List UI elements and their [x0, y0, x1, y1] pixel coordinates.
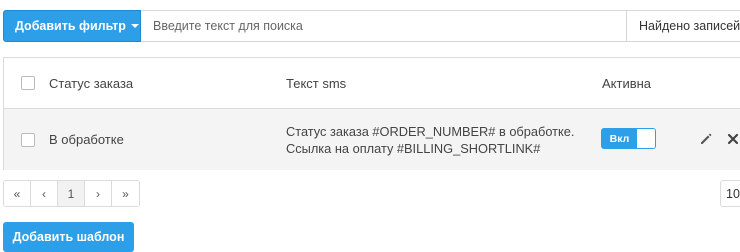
column-header-sms-text: Текст sms	[286, 76, 347, 91]
per-page-value: 10	[726, 186, 740, 201]
table-header: Статус заказа Текст sms Активна	[4, 58, 740, 109]
select-all-checkbox[interactable]	[21, 76, 35, 90]
active-toggle[interactable]: Вкл	[601, 128, 656, 149]
templates-table: Статус заказа Текст sms Активна В обрабо…	[3, 57, 740, 170]
row-checkbox[interactable]	[21, 133, 35, 147]
records-found-box: Найдено записей	[626, 10, 740, 42]
column-header-status: Статус заказа	[49, 76, 134, 91]
row-status: В обработке	[49, 132, 124, 147]
add-filter-label: Добавить фильтр	[15, 19, 126, 33]
page-next-button[interactable]: ›	[85, 181, 112, 206]
page-prev-button[interactable]: ‹	[31, 181, 58, 206]
close-icon[interactable]	[727, 133, 739, 145]
toggle-on-label: Вкл	[602, 129, 637, 148]
table-row: В обработке Статус заказа #ORDER_NUMBER#…	[4, 109, 740, 170]
page-last-button[interactable]: »	[112, 181, 139, 206]
add-template-button[interactable]: Добавить шаблон	[3, 222, 134, 252]
page-current-button[interactable]: 1	[58, 181, 85, 206]
per-page-select[interactable]: 10	[720, 180, 740, 207]
toggle-knob	[637, 129, 655, 148]
add-filter-button[interactable]: Добавить фильтр	[3, 10, 141, 42]
row-sms-text: Статус заказа #ORDER_NUMBER# в обработке…	[286, 123, 574, 157]
search-input[interactable]	[141, 10, 626, 42]
column-header-active: Активна	[602, 76, 652, 91]
records-found-label: Найдено записей	[639, 19, 740, 33]
row-sms-text-line-1: Статус заказа #ORDER_NUMBER# в обработке…	[286, 124, 575, 139]
caret-down-icon	[130, 24, 139, 28]
pagination: « ‹ 1 › »	[3, 180, 140, 207]
add-template-label: Добавить шаблон	[12, 230, 125, 244]
row-sms-text-line-2: Ссылка на оплату #BILLING_SHORTLINK#	[286, 141, 541, 156]
pencil-icon[interactable]	[699, 132, 713, 146]
toolbar: Добавить фильтр Найдено записей	[0, 10, 740, 42]
page-first-button[interactable]: «	[4, 181, 31, 206]
